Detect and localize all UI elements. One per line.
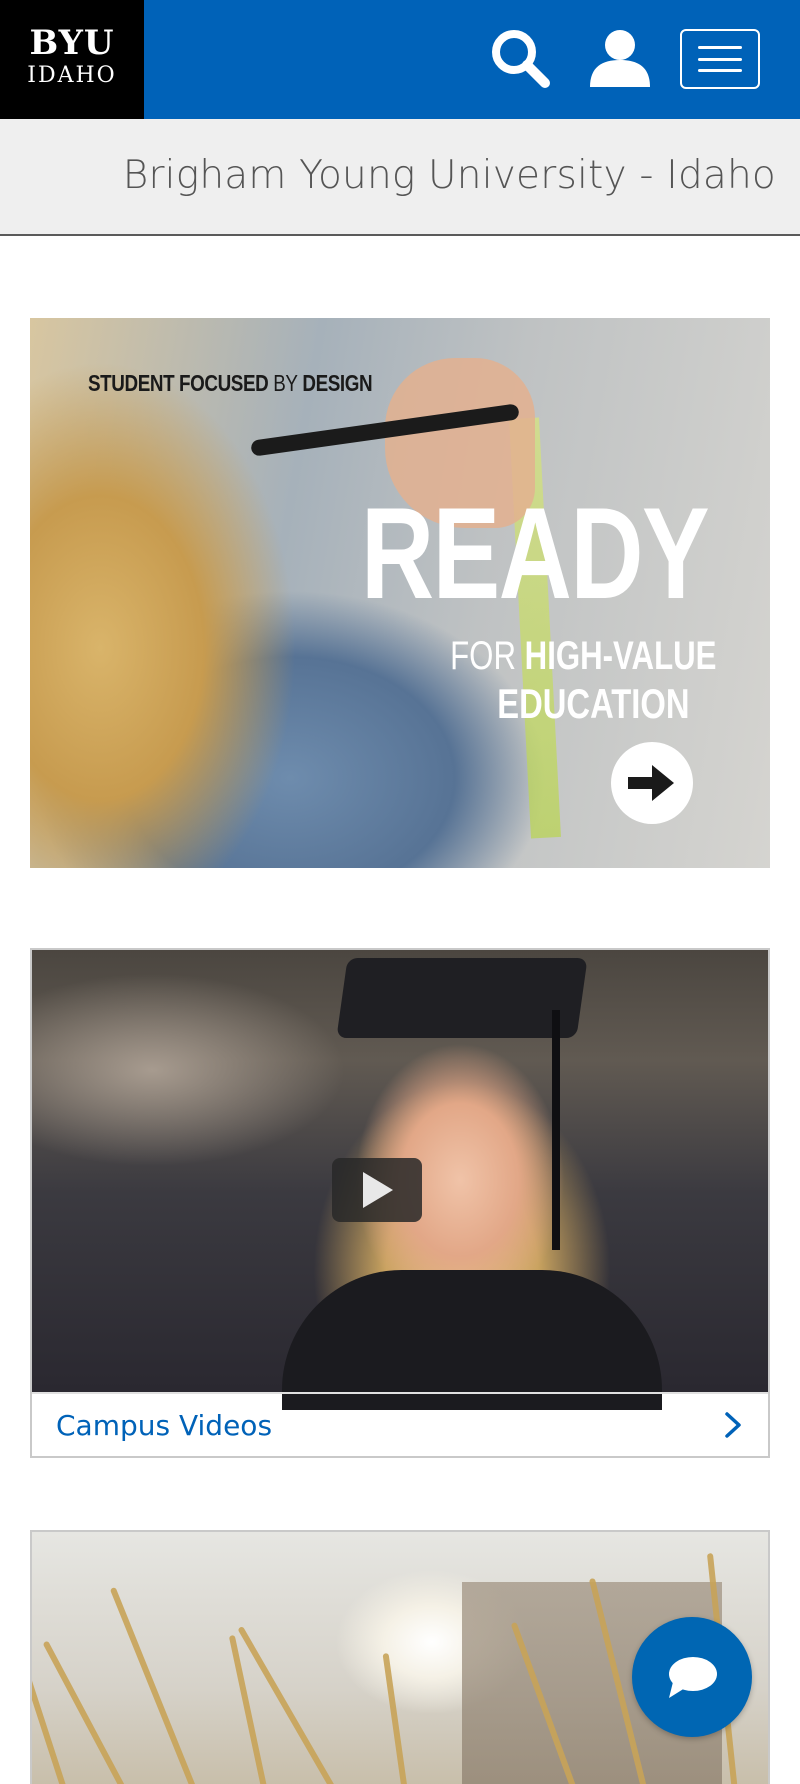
chat-bubble-icon	[669, 1657, 717, 1698]
graduate-video-thumbnail[interactable]	[32, 950, 768, 1410]
play-button[interactable]	[332, 1158, 422, 1222]
hamburger-menu-icon	[698, 46, 742, 72]
hero-subline-1: FOR HIGH-VALUE	[450, 634, 716, 679]
hero-headline: READY	[360, 480, 710, 626]
play-icon	[363, 1172, 393, 1208]
byu-idaho-logo[interactable]: BYU IDAHO	[0, 0, 144, 119]
kicker-light: BY	[273, 370, 298, 396]
kicker-bold-2: DESIGN	[302, 370, 373, 396]
search-icon	[492, 30, 550, 88]
campus-videos-link[interactable]: Campus Videos	[32, 1392, 768, 1456]
hero-subline-2: EDUCATION	[497, 680, 690, 727]
account-button[interactable]	[582, 22, 658, 94]
menu-button[interactable]	[680, 29, 760, 89]
logo-line-1: BYU	[29, 23, 115, 63]
chat-button[interactable]	[632, 1617, 752, 1737]
campus-videos-card: Campus Videos	[30, 948, 770, 1458]
tassel-graphic	[552, 1010, 560, 1250]
hero-banner[interactable]: STUDENT FOCUSED BY DESIGN READY FOR HIGH…	[30, 318, 770, 868]
site-title-band: Brigham Young University - Idaho	[0, 119, 800, 236]
kicker-bold-1: STUDENT FOCUSED	[88, 370, 269, 396]
arrow-right-circle-icon	[628, 765, 674, 801]
chevron-right-icon	[725, 1412, 741, 1438]
site-title: Brigham Young University - Idaho	[122, 153, 776, 198]
sub-light: FOR	[449, 634, 516, 678]
hero-kicker: STUDENT FOCUSED BY DESIGN	[88, 370, 373, 397]
campus-videos-label: Campus Videos	[56, 1408, 273, 1442]
gown-graphic	[282, 1270, 662, 1410]
search-button[interactable]	[482, 22, 558, 94]
sub-bold: HIGH-VALUE	[524, 634, 716, 678]
top-header: BYU IDAHO	[0, 0, 800, 119]
graduation-cap-graphic	[336, 958, 588, 1038]
hero-arrow-button[interactable]	[611, 742, 693, 824]
logo-line-2: IDAHO	[27, 63, 117, 88]
user-icon	[590, 30, 650, 87]
